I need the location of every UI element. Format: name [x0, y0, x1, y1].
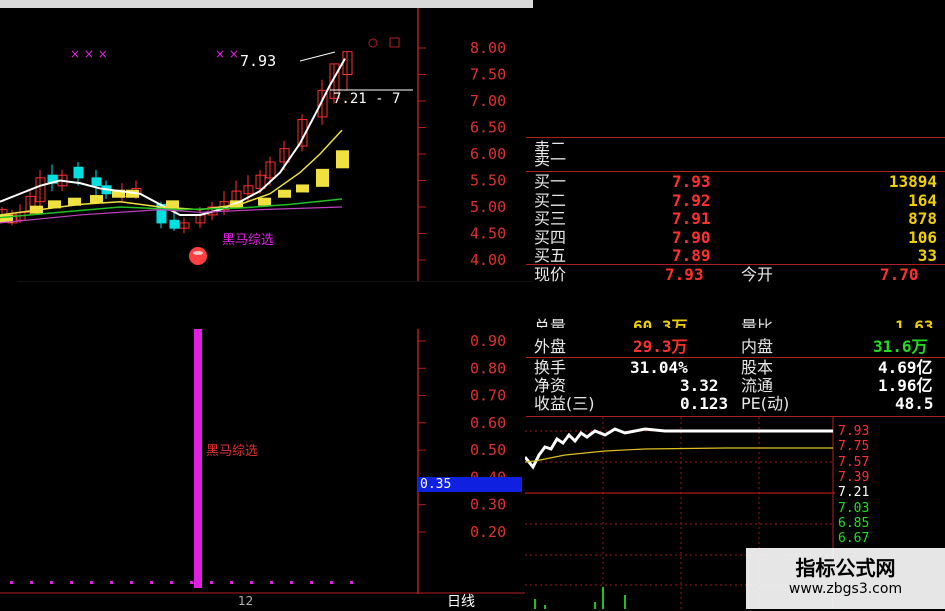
intraday-tick-label: 7.93 [838, 424, 870, 439]
ma-marker [336, 150, 349, 169]
indicator-tick-label: 0.30 [470, 496, 506, 514]
ratio-value: 1.63 [895, 317, 934, 328]
svg-text:× ×: × × [215, 47, 239, 61]
period-button[interactable]: 日线 [447, 591, 475, 611]
signal-bar [194, 328, 202, 588]
inner-label: 内盘 [741, 337, 774, 356]
candle [73, 166, 84, 179]
intraday-tick-label: 6.67 [838, 531, 870, 547]
watermark-url: www.zbgs3.com [788, 581, 903, 597]
open-value: 7.70 [880, 265, 919, 284]
svg-text:× × ×: × × × [70, 47, 108, 61]
circle-icon[interactable] [368, 38, 378, 48]
ratio-label: 量比 [741, 317, 774, 328]
signal-ball-icon [189, 247, 207, 265]
watermark: 指标公式网 www.zbgs3.com [746, 548, 945, 609]
eps-label: 收益(三) [534, 394, 595, 413]
indicator-value-highlight: 0.35 [418, 477, 522, 492]
candle [91, 177, 102, 187]
signal-label-top: 黑马综选 [222, 233, 275, 248]
mid-price-label: 7.21 - 7 [333, 91, 401, 107]
intraday-tick-label: 7.57 [838, 454, 870, 470]
outer-value: 29.3万 [633, 337, 688, 356]
candle [169, 219, 180, 229]
indicator-tick-label: 0.60 [470, 414, 506, 432]
signal-markers: × × × × × [70, 47, 239, 61]
ma-marker [316, 168, 329, 187]
price-tick-label: 6.00 [470, 145, 506, 163]
price-tick-label: 4.50 [470, 225, 506, 243]
open-label: 今开 [741, 265, 774, 284]
now-label: 现价 [534, 265, 567, 284]
price-tick-label: 7.00 [470, 92, 506, 110]
mask-bar [17, 281, 533, 329]
signal-label-bottom: 黑马综选 [206, 444, 259, 459]
indicator-tick-label: 0.80 [470, 359, 506, 377]
indicator-tick-label: 0.70 [470, 387, 506, 405]
price-tick-label: 5.50 [470, 172, 506, 190]
intraday-tick-label: 7.21 [838, 485, 870, 501]
watermark-title: 指标公式网 [795, 556, 896, 580]
price-tick-label: 8.00 [470, 39, 506, 57]
sell-1-label: 卖一 [534, 150, 567, 169]
eps-value: 0.123 [680, 394, 729, 413]
ma-marker [90, 195, 103, 204]
outer-label: 外盘 [534, 337, 567, 356]
total-value: 60.3万 [633, 317, 688, 328]
window-toolbar [0, 0, 533, 8]
now-value: 7.93 [665, 265, 704, 284]
indicator-tick-label: 0.20 [470, 523, 506, 541]
intraday-tick-label: 7.39 [838, 469, 870, 485]
date-axis-label: 12 [238, 594, 254, 608]
price-tick-label: 7.50 [470, 66, 506, 84]
ma-marker [296, 184, 309, 193]
inner-value: 31.6万 [873, 337, 928, 356]
price-tick-label: 6.50 [470, 119, 506, 137]
intraday-tick-label: 6.85 [838, 515, 870, 531]
price-tick-label: 5.00 [470, 198, 506, 216]
pe-value: 48.5 [895, 394, 934, 413]
toolbar-gap [533, 0, 945, 8]
ma-marker [258, 197, 271, 206]
total-label: 总量 [534, 317, 567, 328]
ma-line [0, 58, 346, 216]
intraday-tick-label: 7.03 [838, 500, 870, 516]
pe-label: PE(动) [741, 394, 790, 413]
indicator-tick-label: 0.50 [470, 441, 506, 459]
intraday-tick-label: 7.75 [838, 439, 870, 455]
price-tick-label: 4.00 [470, 251, 506, 269]
indicator-tick-label: 0.90 [470, 332, 506, 350]
high-price-label: 7.93 [240, 52, 277, 70]
high-pointer [299, 51, 336, 62]
square-icon[interactable] [389, 37, 400, 48]
ma-marker [278, 189, 291, 198]
